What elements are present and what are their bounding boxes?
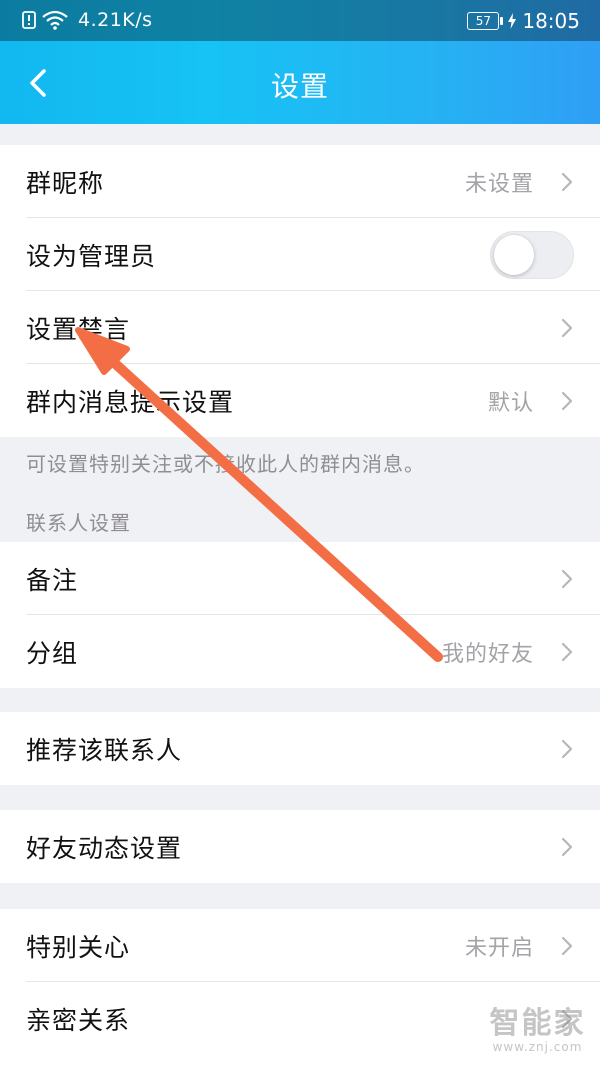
row-remark[interactable]: 备注 [0,542,600,615]
row-contact-group[interactable]: 分组 我的好友 [0,615,600,688]
chevron-right-icon [561,569,573,589]
header: 4.21K/s 57 18:05 设置 [0,0,600,124]
status-bar: 4.21K/s 57 18:05 [0,0,600,41]
row-value: 未设置 [464,171,534,197]
row-set-admin: 设为管理员 [0,218,600,291]
row-label: 群昵称 [26,168,105,198]
clock: 18:05 [522,9,580,33]
row-group-nickname[interactable]: 群昵称 未设置 [0,145,600,218]
section-title-contact: 联系人设置 [26,511,131,535]
chevron-right-icon [561,172,573,192]
row-special-care[interactable]: 特别关心 未开启 [0,909,600,982]
chevron-right-icon [561,936,573,956]
row-label: 好友动态设置 [26,833,183,863]
notification-icon [22,11,36,29]
row-value: 我的好友 [441,641,534,667]
watermark-text: 智能家 [489,1006,586,1041]
chevron-right-icon [561,318,573,338]
battery-icon: 57 [467,12,504,30]
row-label: 群内消息提示设置 [26,387,235,417]
wifi-icon [42,10,68,30]
row-recommend-contact[interactable]: 推荐该联系人 [0,712,600,785]
row-label: 推荐该联系人 [26,735,183,765]
row-set-mute[interactable]: 设置禁言 [0,291,600,364]
watermark-url: www.znj.com [492,1040,583,1054]
row-value: 默认 [487,390,534,416]
group-hint: 可设置特别关注或不接收此人的群内消息。 [26,452,425,476]
admin-toggle[interactable] [490,231,574,279]
group-recommend: 推荐该联系人 [0,712,600,785]
row-label: 设置禁言 [26,314,131,344]
row-label: 备注 [26,565,79,595]
chevron-right-icon [561,837,573,857]
watermark-logo: 智能家 www.znj.com [485,998,590,1058]
chevron-right-icon [561,642,573,662]
group-settings: 群昵称 未设置 设为管理员 设置禁言 群内消息提示设置 默认 [0,145,600,437]
row-label: 分组 [26,638,79,668]
row-moments-settings[interactable]: 好友动态设置 [0,810,600,883]
charging-icon [508,13,517,29]
page-title: 设置 [270,70,329,103]
row-label: 特别关心 [26,932,131,962]
group-contact: 备注 分组 我的好友 [0,542,600,688]
group-moments: 好友动态设置 [0,810,600,883]
network-speed: 4.21K/s [78,9,153,31]
row-label: 亲密关系 [26,1005,131,1035]
chevron-right-icon [561,391,573,411]
row-value: 未开启 [464,935,534,961]
row-label: 设为管理员 [26,241,157,271]
nav-bar: 设置 [0,41,600,124]
chevron-right-icon [561,739,573,759]
row-message-notify[interactable]: 群内消息提示设置 默认 [0,364,600,437]
